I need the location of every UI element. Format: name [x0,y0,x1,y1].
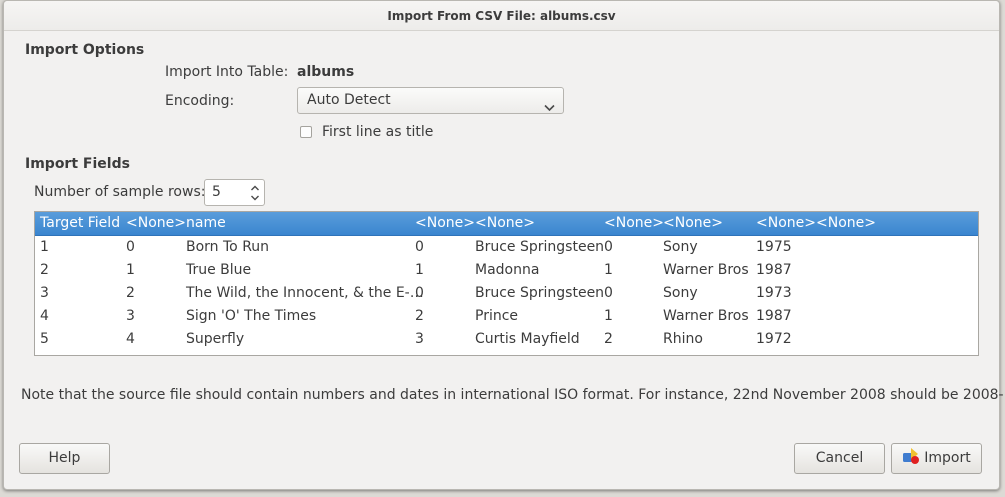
column-header[interactable]: <None> [604,212,664,235]
table-cell: 1 [415,262,424,278]
table-cell: Warner Bros [663,308,749,324]
table-cell: Sony [663,285,698,301]
chevron-down-icon [544,96,555,121]
table-cell: Bruce Springsteen [475,285,605,301]
cancel-button-label: Cancel [815,450,864,466]
sample-rows-value: 5 [212,184,221,200]
table-cell: Prince [475,308,519,324]
table-cell: 0 [604,285,613,301]
column-header[interactable]: <None> [756,212,816,235]
table-header: Target Field <None> name <None> <None> <… [35,212,978,236]
table-cell: Curtis Mayfield [475,331,580,347]
table-cell: 2 [415,308,424,324]
import-into-label: Import Into Table: [165,64,289,80]
table-cell: 5 [40,331,49,347]
import-button[interactable]: Import [891,443,982,474]
import-fields-heading: Import Fields [25,156,130,172]
table-cell: 3 [126,308,135,324]
column-header[interactable]: <None> [816,212,876,235]
table-cell: 1987 [756,308,792,324]
import-options-heading: Import Options [25,42,145,58]
table-row: 4 3 Sign 'O' The Times 2 Prince 1 Warner… [35,305,978,328]
table-cell: Madonna [475,262,540,278]
table-cell: 1972 [756,331,792,347]
help-button-label: Help [48,450,81,466]
iso-format-note: Note that the source file should contain… [21,387,1005,403]
import-fields-table: Target Field <None> name <None> <None> <… [34,211,979,356]
import-csv-dialog: Import From CSV File: albums.csv Import … [3,0,1005,490]
table-cell: 1 [126,262,135,278]
encoding-combo[interactable]: Auto Detect [297,87,564,114]
table-cell: 0 [604,239,613,255]
table-cell: 3 [415,331,424,347]
table-cell: 1987 [756,262,792,278]
table-row: 1 0 Born To Run 0 Bruce Springsteen 0 So… [35,236,978,259]
import-icon [902,447,920,476]
table-cell: Sign 'O' The Times [186,308,317,324]
encoding-value: Auto Detect [307,92,391,108]
table-cell: 1 [40,239,49,255]
import-button-label: Import [924,450,971,466]
table-cell: Born To Run [186,239,270,255]
column-header[interactable]: <None> [475,212,535,235]
table-cell: 4 [126,331,135,347]
table-cell: 0 [126,239,135,255]
cancel-button[interactable]: Cancel [794,443,885,474]
window-title: Import From CSV File: albums.csv [4,1,999,31]
table-cell: The Wild, the Innocent, & the E-… [186,285,424,301]
table-cell: 1973 [756,285,792,301]
stepper-arrows-icon[interactable] [250,183,260,212]
table-cell: 1975 [756,239,792,255]
table-row: 2 1 True Blue 1 Madonna 1 Warner Bros 19… [35,259,978,282]
table-cell: 4 [40,308,49,324]
table-cell: Rhino [663,331,703,347]
table-cell: 2 [604,331,613,347]
table-row: 5 4 Superfly 3 Curtis Mayfield 2 Rhino 1… [35,328,978,351]
column-header[interactable]: Target Field [40,212,120,235]
table-cell: 0 [415,239,424,255]
encoding-label: Encoding: [165,93,235,109]
import-into-value: albums [297,64,355,80]
column-header[interactable]: <None> [663,212,723,235]
column-header[interactable]: name [186,212,226,235]
table-cell: Bruce Springsteen [475,239,605,255]
table-cell: Sony [663,239,698,255]
table-cell: 1 [604,308,613,324]
table-cell: True Blue [186,262,252,278]
sample-rows-label: Number of sample rows: [34,184,206,200]
table-cell: 1 [604,262,613,278]
table-cell: Superfly [186,331,245,347]
table-cell: 0 [415,285,424,301]
table-row: 3 2 The Wild, the Innocent, & the E-… 0 … [35,282,978,305]
column-header[interactable]: <None> [415,212,475,235]
first-line-label[interactable]: First line as title [322,124,433,140]
table-cell: Warner Bros [663,262,749,278]
table-cell: 3 [40,285,49,301]
table-cell: 2 [40,262,49,278]
table-cell: 2 [126,285,135,301]
first-line-checkbox[interactable] [300,126,312,138]
column-header[interactable]: <None> [126,212,186,235]
sample-rows-spinner[interactable]: 5 [204,179,265,206]
help-button[interactable]: Help [19,443,110,474]
